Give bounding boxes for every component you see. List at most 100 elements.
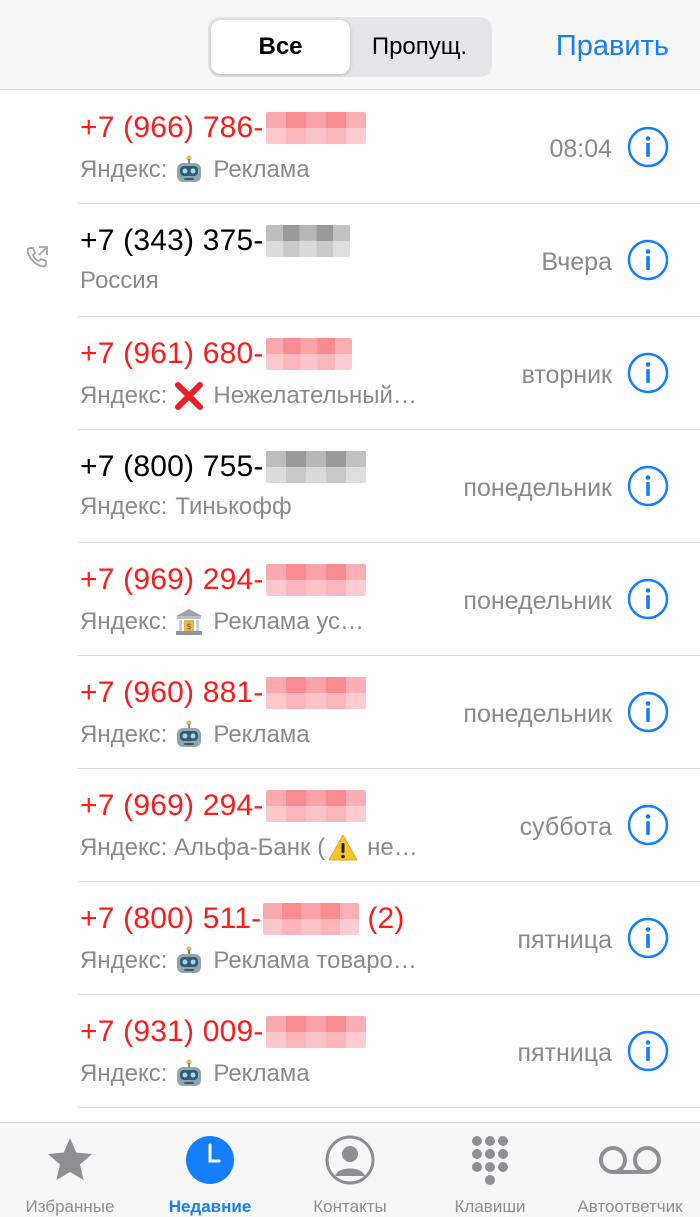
info-icon[interactable] [627,352,669,394]
info-icon[interactable] [627,578,669,620]
subtitle-prefix: Яндекс: [80,608,168,635]
tab-voicemail[interactable]: Автоответчик [560,1123,700,1217]
redacted-digits [265,112,366,144]
call-row[interactable]: +7 (961) 680- Яндекс: Нежелательный… вто… [0,317,700,430]
segment-missed[interactable]: Пропущ. [350,20,489,74]
call-subtitle: Яндекс: Тинькофф [80,493,292,521]
subtitle-text: Тинькофф [175,493,292,520]
call-subtitle: Яндекс: Альфа-Банк ( не… [80,832,418,864]
call-row[interactable]: +7 (966) 786- Яндекс: Реклама 08:04 [0,91,700,204]
star-icon [48,1138,92,1180]
redacted-digits [265,225,350,257]
call-number: +7 (800) 755- [80,450,366,484]
tab-label: Автоответчик [577,1197,683,1216]
call-subtitle: Яндекс: Реклама товаро… [80,945,417,977]
navigation-bar: Все Пропущ. Править [0,0,700,90]
call-time: понедельник [463,474,612,502]
call-number-text: +7 (931) 009- [80,1015,264,1048]
call-number: +7 (969) 294- [80,789,366,823]
subtitle-prefix: Яндекс: [80,721,168,748]
subtitle-text: Реклама [213,156,310,183]
call-row[interactable]: +7 (969) 294- Яндекс: $ Реклама ус… поне… [0,543,700,656]
call-time: 08:04 [549,135,612,163]
svg-text:$: $ [187,622,192,631]
recent-calls-list: +7 (966) 786- Яндекс: Реклама 08:04 +7 (… [0,91,700,1108]
call-number-text: +7 (969) 294- [80,563,264,596]
call-number-text: +7 (800) 511- [80,902,262,935]
call-row[interactable]: +7 (800) 511- (2) Яндекс: Реклама товаро… [0,882,700,995]
tab-recents[interactable]: Недавние [140,1123,280,1217]
subtitle-prefix: Яндекс: Альфа-Банк ( [80,834,326,861]
call-number: +7 (343) 375- [80,224,350,258]
subtitle-text: Реклама товаро… [213,947,417,974]
calls-filter-segmented-control: Все Пропущ. [208,17,492,77]
tab-label: Клавиши [454,1197,526,1216]
person-circle-icon [325,1135,375,1185]
call-number-text: +7 (960) 881- [80,676,264,709]
call-number-text: +7 (961) 680- [80,337,264,370]
redacted-digits [265,1016,366,1048]
call-row[interactable]: +7 (343) 375- Россия Вчера [0,204,700,317]
subtitle-prefix: Яндекс: [80,493,168,520]
redacted-digits [265,564,366,596]
segment-all[interactable]: Все [211,20,350,74]
tab-favorites[interactable]: Избранные [0,1123,140,1217]
subtitle-text: Нежелательный… [213,382,417,409]
clock-icon [186,1136,234,1184]
robot-emoji-icon [177,155,202,182]
call-subtitle: Яндекс: Реклама [80,1058,310,1090]
subtitle-prefix: Яндекс: [80,382,168,409]
info-icon[interactable] [627,691,669,733]
subtitle-prefix: Яндекс: [80,156,168,183]
subtitle-text: Россия [80,267,159,294]
info-icon[interactable] [627,126,669,168]
subtitle-text: Реклама [213,1060,310,1087]
call-number-text: +7 (969) 294- [80,789,264,822]
voicemail-icon [599,1146,661,1174]
tab-keypad[interactable]: Клавиши [420,1123,560,1217]
info-icon[interactable] [627,1030,669,1072]
call-number-text: +7 (966) 786- [80,111,264,144]
call-number: +7 (931) 009- [80,1015,366,1049]
outgoing-call-icon [26,246,48,268]
info-icon[interactable] [627,804,669,846]
subtitle-text: Реклама ус… [213,608,365,635]
call-time: понедельник [463,587,612,615]
call-time: Вчера [541,248,612,276]
subtitle-prefix: Яндекс: [80,1060,168,1087]
robot-emoji-icon [177,1059,202,1086]
call-time: понедельник [463,700,612,728]
call-subtitle: Яндекс: Реклама [80,719,310,751]
call-number: +7 (961) 680- [80,337,352,371]
call-subtitle: Яндекс: $ Реклама ус… [80,606,364,638]
tab-bar: Избранные Недавние Контакты Клавиши Авто… [0,1122,700,1217]
info-icon[interactable] [627,917,669,959]
bank-emoji-icon: $ [176,609,203,635]
call-subtitle: Яндекс: Нежелательный… [80,380,417,412]
redacted-digits [265,790,366,822]
call-time: вторник [521,361,612,389]
tab-label: Недавние [168,1197,252,1216]
call-number: +7 (800) 511- (2) [80,902,405,936]
info-icon[interactable] [627,239,669,281]
edit-button[interactable]: Править [556,30,669,63]
call-time: пятница [517,1039,612,1067]
redacted-digits [263,903,360,935]
redacted-digits [265,338,352,370]
redacted-digits [265,677,366,709]
call-number: +7 (969) 294- [80,563,366,597]
call-row[interactable]: +7 (960) 881- Яндекс: Реклама понедельни… [0,656,700,769]
call-row[interactable]: +7 (931) 009- Яндекс: Реклама пятница [0,995,700,1108]
call-row[interactable]: +7 (969) 294- Яндекс: Альфа-Банк ( не… с… [0,769,700,882]
call-number-text: +7 (343) 375- [80,224,264,257]
subtitle-text: не… [367,834,418,861]
tab-label: Избранные [25,1197,115,1216]
subtitle-prefix: Яндекс: [80,947,168,974]
info-icon[interactable] [627,465,669,507]
tab-contacts[interactable]: Контакты [280,1123,420,1217]
call-row[interactable]: +7 (800) 755- Яндекс: Тинькофф понедельн… [0,430,700,543]
robot-emoji-icon [177,720,202,747]
call-subtitle: Яндекс: Реклама [80,154,310,186]
redacted-digits [265,451,366,483]
subtitle-text: Реклама [213,721,310,748]
